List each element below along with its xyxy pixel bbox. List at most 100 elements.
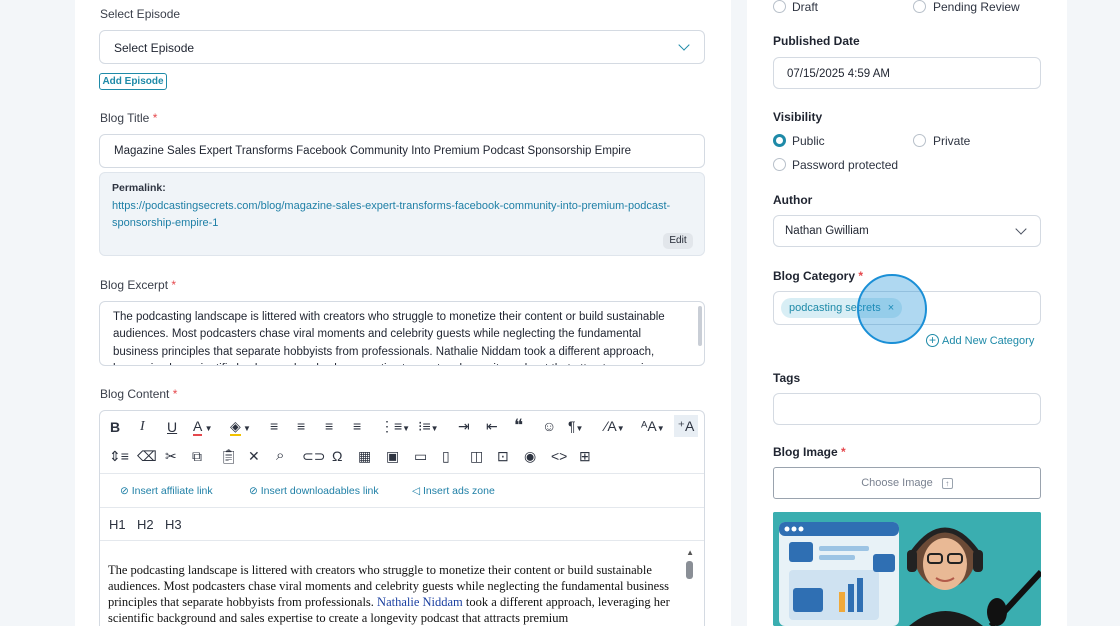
search-icon[interactable]: ⌕ [276, 447, 284, 464]
post-settings-panel: Draft Pending Review Published Date 07/1… [747, 0, 1067, 626]
outdent-icon[interactable]: ⇤ [486, 418, 498, 435]
insert-downloadables-link-button[interactable]: ⊘ Insert downloadables link [249, 485, 379, 497]
blog-title-input[interactable]: Magazine Sales Expert Transforms Faceboo… [99, 134, 705, 168]
align-center-icon[interactable]: ≡ [297, 418, 305, 434]
align-justify-icon[interactable]: ≡ [353, 418, 361, 434]
episode-select-value: Select Episode [114, 41, 195, 55]
divider [100, 507, 704, 508]
table-icon[interactable]: ▦ [358, 448, 371, 465]
editor-content[interactable]: The podcasting landscape is littered wit… [108, 562, 682, 626]
bold-icon[interactable]: B [110, 419, 120, 435]
scroll-up-icon[interactable]: ▲ [686, 548, 694, 557]
blog-content-label: Blog Content * [100, 387, 178, 401]
italic-icon[interactable]: I [140, 419, 145, 435]
visibility-private-radio[interactable] [913, 134, 926, 147]
ordered-list-icon[interactable]: ⋮≡▼ [380, 418, 410, 435]
permalink-url[interactable]: https://podcastingsecrets.com/blog/magaz… [112, 198, 697, 232]
status-draft-radio[interactable] [773, 0, 786, 13]
paragraph-icon[interactable]: ¶▼ [568, 418, 583, 434]
editor-scrollbar[interactable] [686, 561, 693, 579]
status-pending-radio[interactable] [913, 0, 926, 13]
divider [100, 540, 704, 541]
quote-icon[interactable]: ❝ [514, 416, 523, 436]
visibility-public-radio[interactable] [773, 134, 786, 147]
published-date-label: Published Date [773, 34, 860, 48]
eraser-icon[interactable]: ⌫ [137, 448, 157, 465]
blog-category-label: Blog Category * [773, 269, 864, 283]
permalink-label: Permalink: [112, 182, 166, 194]
fullscreen-icon[interactable]: ⊞ [579, 448, 591, 465]
episode-label: Select Episode [100, 7, 181, 21]
add-episode-button[interactable]: Add Episode [99, 73, 167, 90]
megaphone-icon: ◁ [412, 485, 423, 497]
insert-affiliate-link-button[interactable]: ⊘ Insert affiliate link [120, 485, 213, 497]
rich-text-editor: B I U A ▼ ◈ ▼ ≡ ≡ ≡ ≡ ⋮≡▼ ⁝≡▼ ⇥ ⇤ ❝ ☺ ¶▼… [99, 410, 705, 626]
divider [100, 473, 704, 474]
plus-circle-icon: + [926, 334, 939, 347]
code-view-icon[interactable]: <> [551, 448, 567, 464]
heading-1-button[interactable]: H1 [109, 517, 126, 532]
tags-label: Tags [773, 371, 801, 385]
special-char-icon[interactable]: Ω [332, 448, 342, 464]
image-icon[interactable]: ▣ [386, 448, 399, 465]
author-select-value: Nathan Gwilliam [785, 225, 869, 237]
blog-excerpt-label: Blog Excerpt * [100, 278, 177, 292]
chevron-down-icon [1015, 223, 1027, 235]
cut-icon[interactable]: ✂ [165, 448, 177, 465]
episode-select[interactable]: Select Episode [99, 30, 705, 64]
blog-excerpt-text: The podcasting landscape is littered wit… [113, 311, 665, 365]
highlight-color-icon[interactable]: ◈ ▼ [230, 418, 251, 436]
blog-image-label: Blog Image * [773, 445, 846, 459]
tags-input[interactable] [773, 393, 1041, 425]
author-label: Author [773, 193, 813, 207]
line-height-icon[interactable]: ⇕≡ [109, 448, 129, 465]
choose-image-button[interactable]: Choose Image ↑ [773, 467, 1041, 499]
blog-title-label: Blog Title * [100, 111, 158, 125]
author-select[interactable]: Nathan Gwilliam [773, 215, 1041, 247]
unordered-list-icon[interactable]: ⁝≡▼ [418, 418, 439, 435]
heading-3-button[interactable]: H3 [165, 517, 182, 532]
blog-title-value: Magazine Sales Expert Transforms Faceboo… [114, 145, 632, 157]
post-editor-panel: Select Episode Select Episode Add Episod… [75, 0, 731, 626]
status-draft-label: Draft [792, 0, 819, 14]
underline-icon[interactable]: U [167, 419, 177, 435]
template-icon[interactable]: ◫ [470, 448, 483, 465]
indent-icon[interactable]: ⇥ [458, 418, 470, 435]
blog-excerpt-textarea[interactable]: The podcasting landscape is littered wit… [99, 301, 705, 366]
link-icon[interactable]: ⊂⊃ [302, 448, 325, 465]
preview-icon[interactable]: ◉ [524, 448, 536, 465]
font-color-icon[interactable]: A ▼ [193, 418, 212, 436]
blog-image-preview [773, 512, 1041, 626]
visibility-password-label: Password protected [792, 158, 899, 172]
text-style-icon[interactable]: ⁺A [674, 415, 698, 437]
clear-format-icon[interactable]: ⁄A▼ [605, 418, 625, 434]
copy-icon[interactable]: ⧉ [192, 448, 202, 465]
status-pending-label: Pending Review [933, 0, 1020, 14]
excerpt-scrollbar[interactable] [698, 306, 702, 346]
add-new-category-button[interactable]: + Add New Category [926, 334, 1034, 347]
visibility-password-radio[interactable] [773, 158, 786, 171]
remove-format-icon[interactable]: ✕ [248, 448, 260, 465]
embed-icon[interactable]: ⊡ [497, 448, 509, 465]
visibility-private-label: Private [933, 134, 971, 148]
video-icon[interactable]: ▭ [414, 448, 427, 465]
permalink-box: Permalink: https://podcastingsecrets.com… [99, 172, 705, 256]
chevron-down-icon [678, 39, 690, 51]
link-icon: ⊘ [120, 485, 132, 497]
visibility-public-label: Public [792, 134, 825, 148]
insert-ads-zone-button[interactable]: ◁ Insert ads zone [412, 485, 495, 497]
cursor-indicator [857, 274, 927, 344]
align-left-icon[interactable]: ≡ [270, 418, 278, 434]
font-size-icon[interactable]: ᴬA▼ [641, 418, 665, 434]
published-date-value: 07/15/2025 4:59 AM [787, 68, 890, 80]
emoji-icon[interactable]: ☺ [542, 418, 556, 434]
visibility-label: Visibility [773, 110, 823, 124]
permalink-edit-button[interactable]: Edit [663, 233, 693, 249]
paste-icon[interactable]: 📋︎ [220, 448, 238, 465]
published-date-input[interactable]: 07/15/2025 4:59 AM [773, 57, 1041, 89]
upload-icon: ↑ [941, 478, 953, 489]
align-right-icon[interactable]: ≡ [325, 418, 333, 434]
heading-2-button[interactable]: H2 [137, 517, 154, 532]
link-icon: ⊘ [249, 485, 261, 497]
file-icon[interactable]: ▯ [442, 448, 450, 465]
